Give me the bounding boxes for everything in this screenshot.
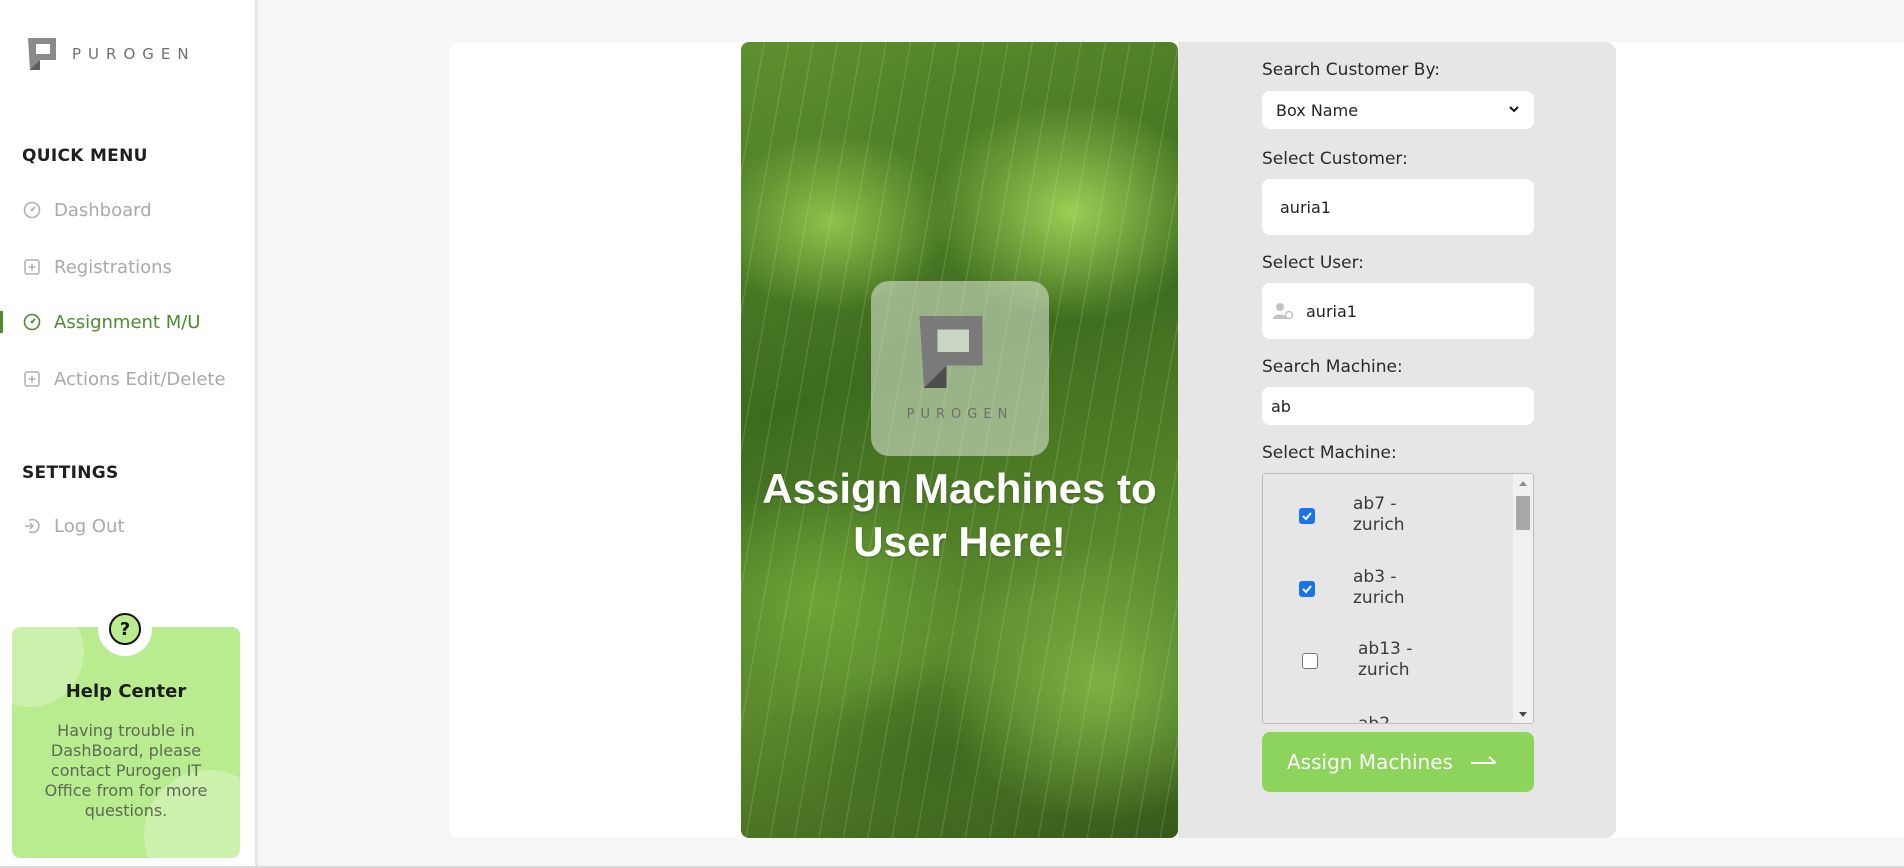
user-value: auria1 [1306,301,1357,321]
checkmark-icon [1302,585,1312,594]
sidebar-item-label: Dashboard [54,199,152,221]
sidebar-item-assignment[interactable]: Assignment M/U [22,307,200,337]
machine-checkbox[interactable] [1302,653,1318,669]
list-item[interactable]: ab13 - zurich [1263,639,1509,699]
listbox-scrollbar[interactable] [1513,474,1533,723]
search-by-value: Box Name [1276,100,1359,120]
sidebar-item-actions[interactable]: Actions Edit/Delete [22,364,226,394]
search-by-select[interactable]: Box Name [1262,91,1534,129]
machine-label: ab7 - zurich [1353,494,1405,535]
machine-label: ab3 - zurich [1353,567,1405,608]
list-item[interactable]: ab2 - zurich [1263,714,1509,724]
settings-heading: SETTINGS [22,463,119,483]
plus-square-icon [22,369,42,389]
assign-machines-form: Search Customer By: Box Name Select Cust… [1178,42,1616,838]
help-center-title: Help Center [65,681,187,702]
customer-value: auria1 [1280,197,1331,217]
list-item[interactable]: ab7 - zurich [1263,494,1509,554]
help-center-card: Help Center Having trouble in DashBoard,… [12,627,240,858]
user-icon [1273,303,1294,320]
dashboard-gauge-icon [22,200,42,220]
hero-logo-box: PUROGEN [871,281,1049,456]
machine-label: ab13 - zurich [1358,639,1413,680]
list-item[interactable]: ab3 - zurich [1263,567,1509,627]
sidebar-item-label: Assignment M/U [54,311,201,333]
checkmark-icon [1302,512,1312,521]
hero-image-panel: PUROGEN Assign Machines to User Here! [741,42,1178,838]
question-mark-icon: ? [109,613,141,645]
help-badge: ? [98,602,152,656]
customer-label: Select Customer: [1262,149,1408,169]
logout-label: Log Out [54,515,125,537]
sidebar-item-label: Actions Edit/Delete [54,368,226,390]
scroll-up-arrow-icon[interactable] [1519,481,1527,486]
plus-square-icon [22,257,42,277]
customer-field[interactable]: auria1 [1262,179,1534,235]
assign-machines-button[interactable]: Assign Machines [1262,732,1534,792]
sidebar-item-dashboard[interactable]: Dashboard [22,195,152,225]
logout-link[interactable]: Log Out [22,511,125,541]
search-machine-value: ab [1271,396,1291,416]
machine-checkbox[interactable] [1299,581,1315,597]
brand-wordmark: PUROGEN [72,45,196,63]
hero-headline: Assign Machines to User Here! [762,465,1157,565]
sidebar-item-label: Registrations [54,256,172,278]
active-indicator [0,311,3,333]
quick-menu-heading: QUICK MENU [22,146,148,166]
chevron-down-icon [1509,106,1519,113]
scrollbar-thumb[interactable] [1516,496,1530,530]
scroll-down-arrow-icon[interactable] [1519,712,1527,717]
purogen-logo-icon [919,316,983,388]
brand-logo[interactable]: PUROGEN [26,34,196,74]
hero-logo-wordmark: PUROGEN [906,407,1014,422]
logout-icon [22,516,42,536]
user-label: Select User: [1262,253,1365,273]
select-machine-label: Select Machine: [1262,443,1397,463]
search-machine-input[interactable]: ab [1262,387,1534,425]
machine-listbox[interactable]: ab7 - zurich ab3 - zurich ab13 - zurich … [1262,473,1534,724]
dashboard-gauge-icon [22,312,42,332]
machine-checkbox[interactable] [1299,508,1315,524]
arrow-right-icon [1471,756,1497,764]
search-by-label: Search Customer By: [1262,60,1441,80]
user-field[interactable]: auria1 [1262,283,1534,339]
assign-machines-label: Assign Machines [1287,750,1453,774]
sidebar: PUROGEN QUICK MENU Dashboard Registratio… [0,0,258,868]
purogen-logo-icon [28,38,56,70]
help-center-text: Having trouble in DashBoard, please cont… [44,721,208,820]
app-root: PUROGEN QUICK MENU Dashboard Registratio… [0,0,1904,868]
machine-label: ab2 - zurich [1358,714,1402,724]
sidebar-item-registrations[interactable]: Registrations [22,252,172,282]
search-machine-label: Search Machine: [1262,357,1403,377]
